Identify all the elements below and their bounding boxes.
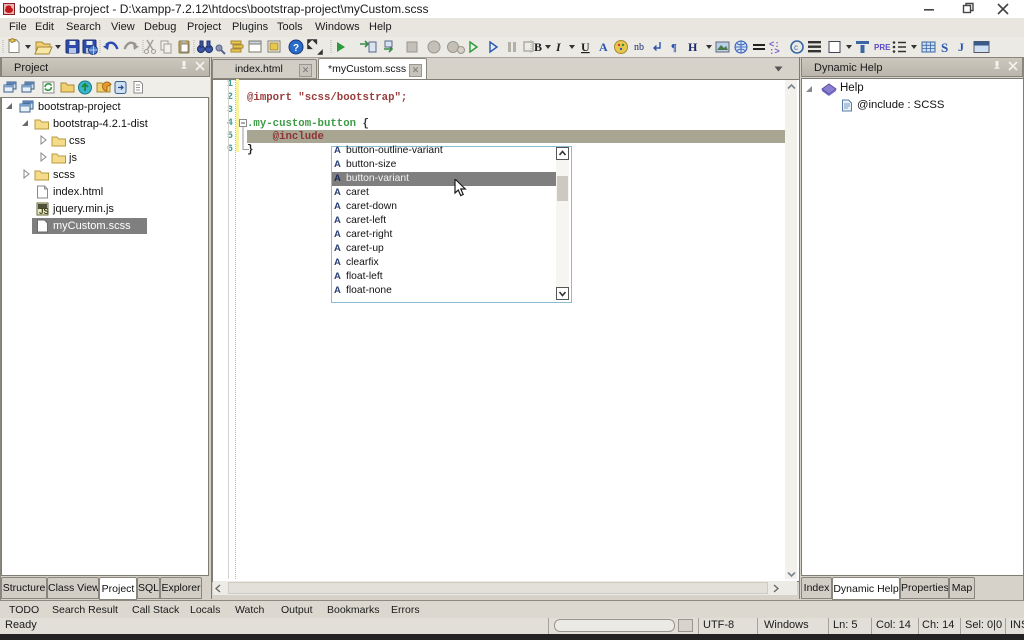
svg-text:PRE: PRE bbox=[874, 43, 891, 52]
svg-text::>: :> bbox=[769, 47, 780, 57]
svg-text:J: J bbox=[958, 40, 964, 54]
svg-text:I: I bbox=[555, 40, 562, 54]
svg-text:c: c bbox=[794, 43, 798, 52]
svg-text:A: A bbox=[599, 40, 608, 54]
svg-text:H: H bbox=[688, 40, 698, 54]
svg-text:U: U bbox=[581, 40, 590, 54]
svg-text:B: B bbox=[534, 40, 542, 54]
svg-text:?: ? bbox=[293, 43, 299, 54]
svg-text:JS: JS bbox=[39, 207, 49, 216]
svg-text:¶: ¶ bbox=[671, 42, 677, 54]
svg-text:nb: nb bbox=[634, 42, 644, 53]
svg-text:S: S bbox=[941, 40, 948, 55]
